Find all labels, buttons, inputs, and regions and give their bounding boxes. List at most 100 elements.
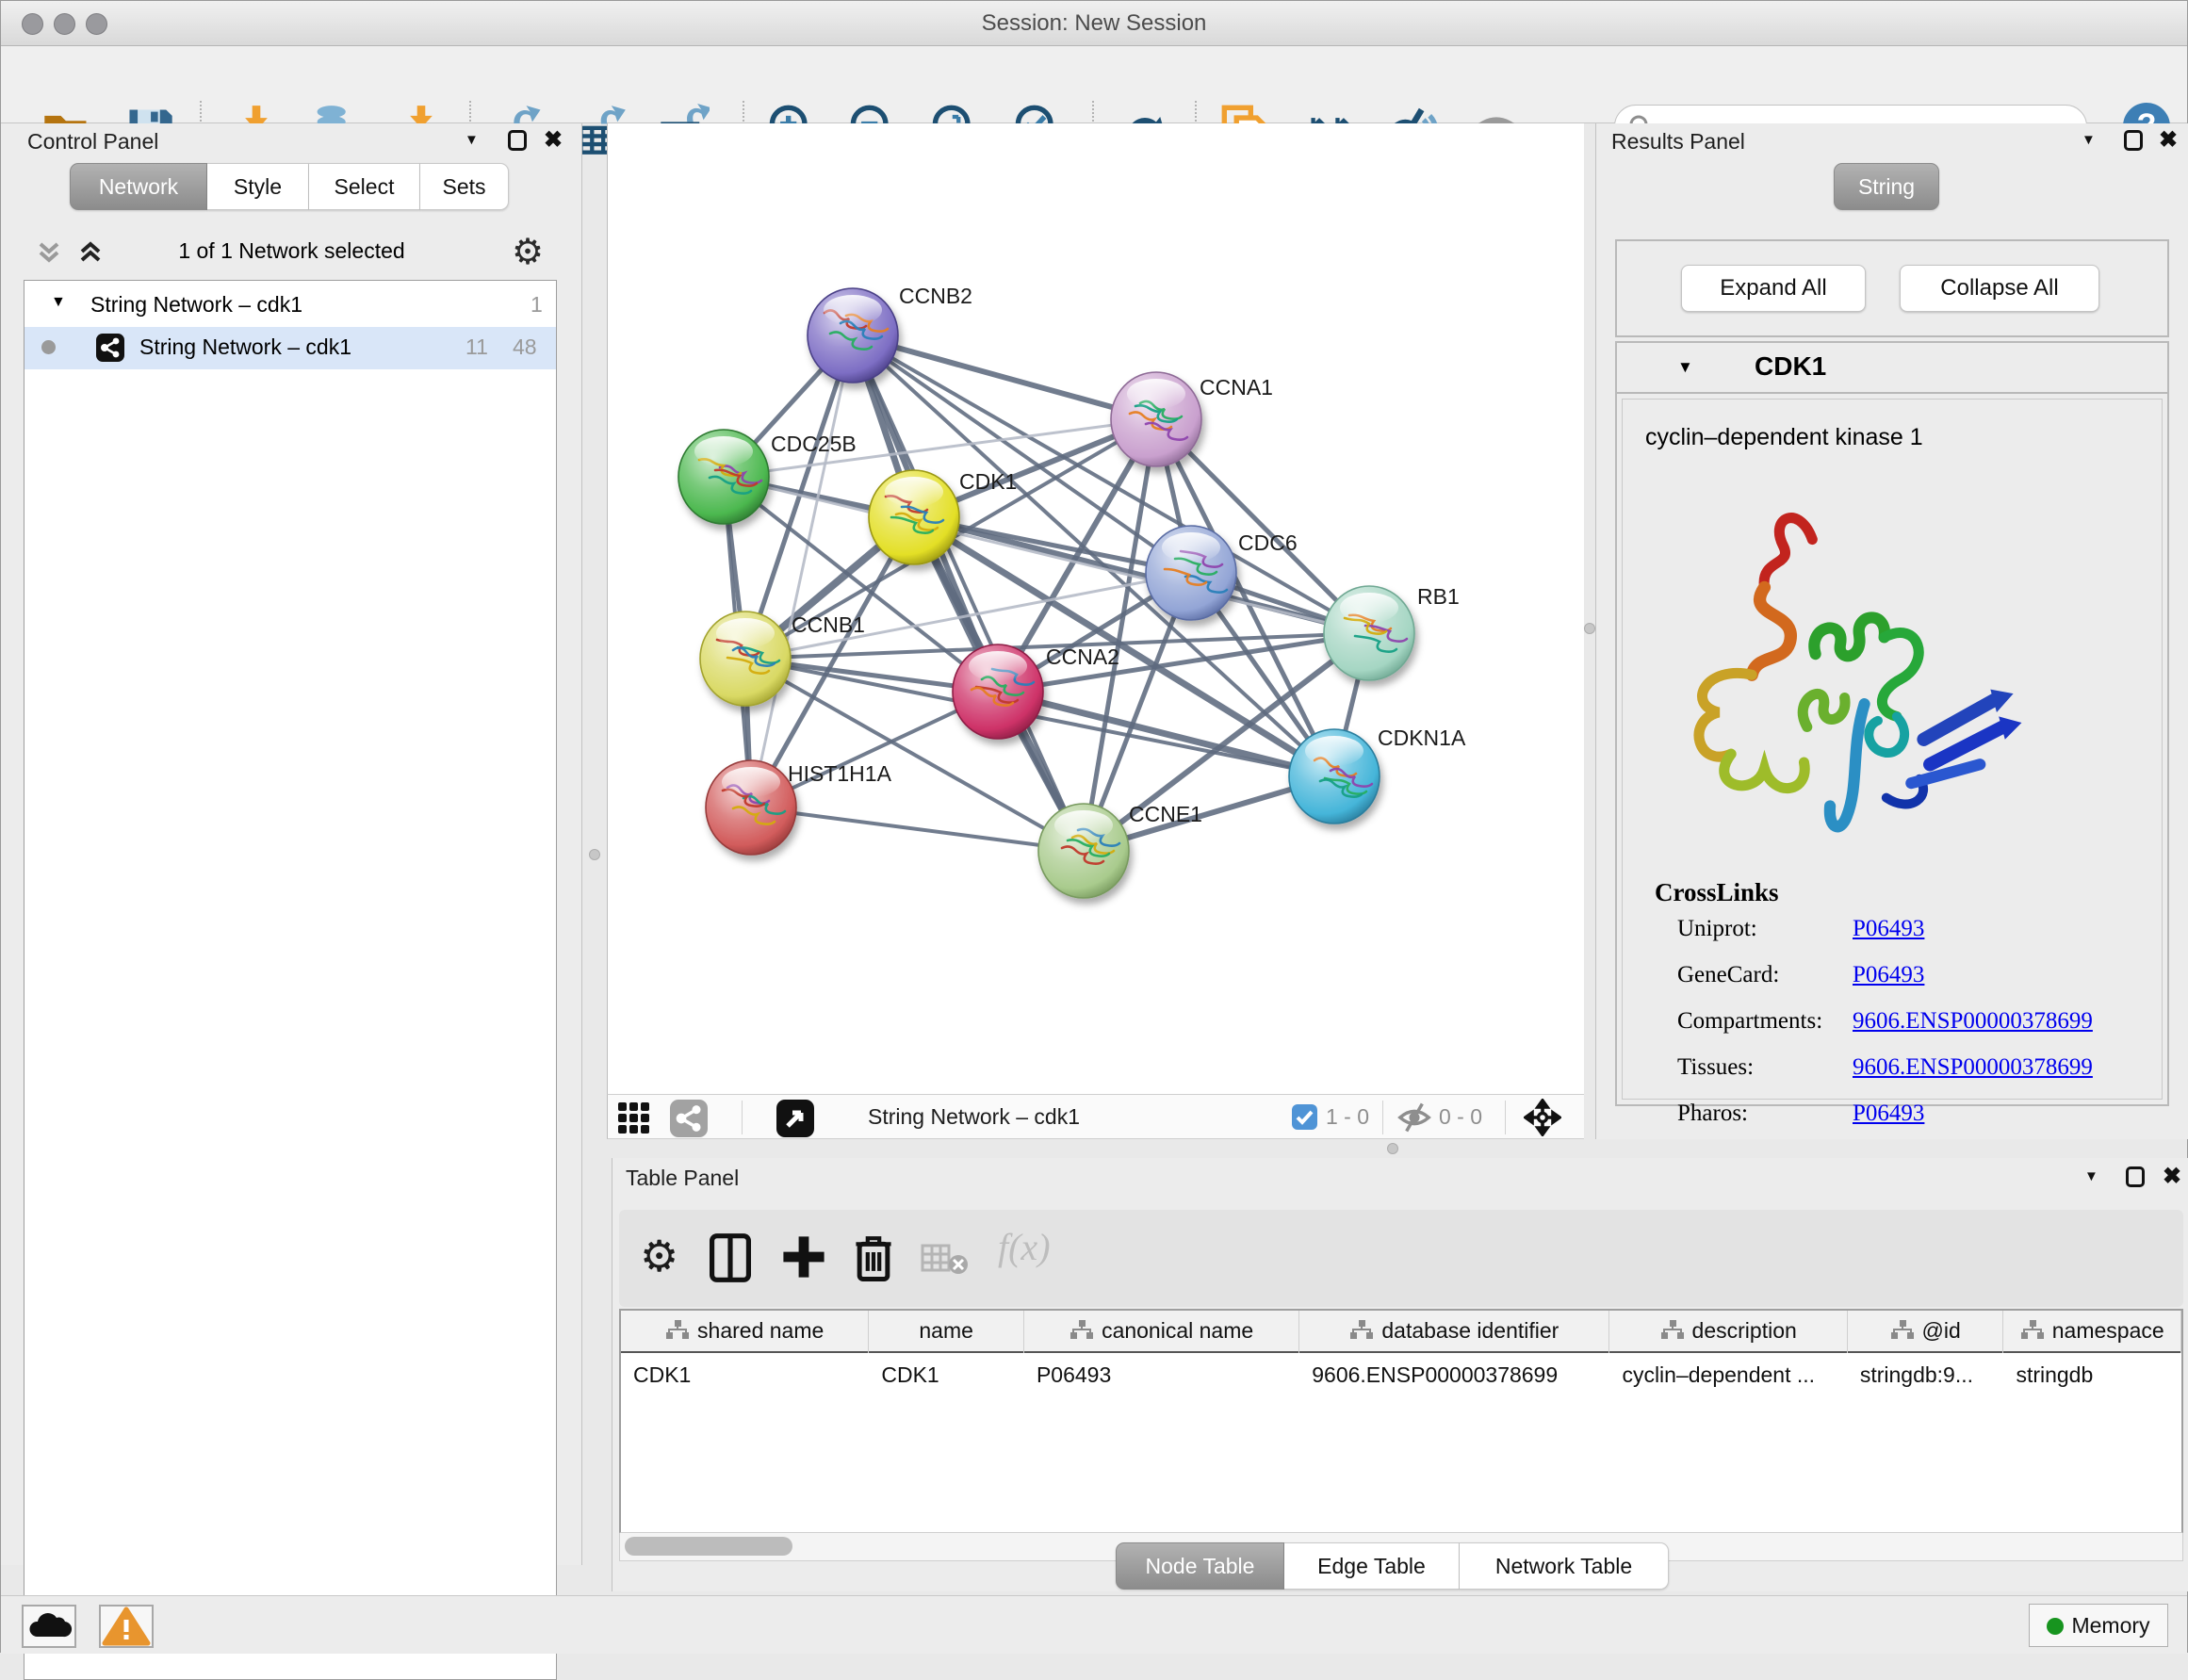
grid-view-icon[interactable] [617, 1101, 651, 1135]
network-share-icon[interactable] [670, 1100, 708, 1137]
crosslink-link[interactable]: P06493 [1853, 916, 1924, 941]
crosslink-label: Compartments: [1677, 1008, 1853, 1035]
network-options-gear-icon[interactable]: ⚙ [512, 231, 544, 273]
delete-table-icon [921, 1242, 970, 1276]
scrollbar-thumb[interactable] [625, 1537, 792, 1556]
network-node-CDK1[interactable] [869, 470, 959, 564]
results-panel-menu-icon[interactable]: ▼ [2082, 132, 2096, 148]
tab-sets[interactable]: Sets [420, 163, 509, 210]
warning-button[interactable] [99, 1605, 154, 1648]
main-toolbar: ? [1, 46, 2187, 123]
network-node-CDC6[interactable] [1146, 526, 1236, 620]
table-panel-close-icon[interactable]: ✖ [2163, 1163, 2181, 1190]
network-node-CCNE1[interactable] [1038, 804, 1129, 898]
column-header-shared-name[interactable]: shared name [621, 1311, 869, 1353]
network-edge[interactable] [751, 335, 853, 807]
node-label-CCNA1: CCNA1 [1200, 375, 1273, 400]
table-cell[interactable]: P06493 [1024, 1355, 1299, 1397]
network-node-HIST1H1A[interactable] [706, 760, 796, 855]
node-label-HIST1H1A: HIST1H1A [788, 761, 892, 786]
node-label-CDC6: CDC6 [1238, 530, 1298, 555]
network-node-CCNB2[interactable] [808, 288, 898, 383]
pan-move-icon[interactable] [1524, 1099, 1561, 1136]
table-cell[interactable]: CDK1 [621, 1355, 869, 1397]
network-collection-row[interactable]: ▼ String Network – cdk1 1 [24, 285, 556, 327]
table-options-gear-icon[interactable]: ⚙ [640, 1231, 678, 1281]
table-panel-float-icon[interactable] [2126, 1166, 2145, 1187]
gene-expand-icon[interactable]: ▼ [1677, 358, 1693, 377]
crosslink-link[interactable]: 9606.ENSP00000378699 [1853, 1008, 2093, 1034]
table-cell[interactable]: cyclin–dependent ... [1609, 1355, 1847, 1397]
network-node-CCNA1[interactable] [1111, 372, 1201, 466]
warning-icon [101, 1607, 152, 1646]
column-header-namespace[interactable]: namespace [2003, 1311, 2181, 1353]
table-cell[interactable]: stringdb:9... [1848, 1355, 2004, 1397]
node-label-CCNB1: CCNB1 [792, 612, 865, 637]
horizontal-splitter[interactable] [607, 1139, 2188, 1158]
table-toolbar: ⚙ f(x) [619, 1210, 2183, 1307]
tab-style[interactable]: Style [207, 163, 309, 210]
crosslink-link[interactable]: 9606.ENSP00000378699 [1853, 1054, 2093, 1080]
tab-edge-table[interactable]: Edge Table [1284, 1542, 1460, 1590]
show-columns-icon[interactable] [710, 1233, 751, 1282]
node-table[interactable]: shared namenamecanonical namedatabase id… [619, 1309, 2183, 1533]
network-node-CDKN1A[interactable] [1289, 729, 1380, 824]
collection-count: 1 [531, 292, 543, 318]
expand-all-button[interactable]: Expand All [1681, 265, 1866, 312]
memory-status-dot [2047, 1618, 2064, 1635]
network-node-CCNB1[interactable] [700, 612, 791, 706]
selected-checkbox-icon[interactable] [1292, 1104, 1317, 1130]
control-panel-float-icon[interactable] [508, 130, 527, 151]
network-edge[interactable] [751, 807, 1084, 851]
gene-name: CDK1 [1755, 351, 1826, 382]
table-cell[interactable]: CDK1 [869, 1355, 1024, 1397]
tab-select[interactable]: Select [309, 163, 420, 210]
collapse-all-button[interactable]: Collapse All [1900, 265, 2099, 312]
node-label-CCNE1: CCNE1 [1129, 802, 1202, 826]
crosslink-link[interactable]: P06493 [1853, 962, 1924, 987]
network-canvas[interactable]: CCNB2CCNA1CDC25BCDK1CDC6RB1CCNB1CCNA2CDK… [607, 123, 1584, 1094]
left-splitter-handle[interactable] [589, 849, 600, 860]
column-header-description[interactable]: description [1609, 1311, 1847, 1353]
delete-column-trash-icon[interactable] [853, 1232, 894, 1281]
column-header-name[interactable]: name [869, 1311, 1024, 1353]
results-buttons-box: Expand All Collapse All [1615, 239, 2169, 337]
memory-button[interactable]: Memory [2029, 1604, 2168, 1647]
statusbar-separator [1382, 1101, 1383, 1134]
protein-structure-image [1651, 484, 2047, 861]
node-label-RB1: RB1 [1417, 584, 1460, 609]
network-node-CCNA2[interactable] [953, 644, 1043, 739]
tab-string[interactable]: String [1834, 163, 1939, 210]
results-panel-float-icon[interactable] [2124, 130, 2143, 151]
control-panel-menu-icon[interactable]: ▼ [465, 132, 479, 148]
open-in-window-icon[interactable] [776, 1100, 814, 1137]
tab-node-table[interactable]: Node Table [1116, 1542, 1284, 1590]
network-node-CDC25B[interactable] [678, 430, 769, 524]
results-panel: Results Panel ▼ ✖ String Expand All Coll… [1595, 123, 2188, 1139]
collection-expand-icon[interactable]: ▼ [51, 294, 66, 311]
results-panel-close-icon[interactable]: ✖ [2159, 126, 2178, 154]
tab-network-table[interactable]: Network Table [1460, 1542, 1669, 1590]
cloud-button[interactable] [22, 1605, 76, 1648]
function-builder-icon: f(x) [998, 1225, 1051, 1269]
table-row[interactable]: CDK1CDK1P064939606.ENSP00000378699cyclin… [621, 1355, 2181, 1397]
tab-network[interactable]: Network [70, 163, 207, 210]
statusbar-separator [1505, 1101, 1506, 1134]
column-header--id[interactable]: @id [1848, 1311, 2004, 1353]
gene-description: cyclin–dependent kinase 1 [1645, 424, 1923, 451]
horizontal-splitter-handle[interactable] [1387, 1143, 1398, 1154]
control-panel-close-icon[interactable]: ✖ [544, 126, 563, 154]
crosslink-link[interactable]: P06493 [1853, 1101, 1924, 1126]
column-header-canonical-name[interactable]: canonical name [1024, 1311, 1299, 1353]
network-row-selected[interactable]: String Network – cdk1 11 48 [24, 327, 556, 369]
node-label-CDC25B: CDC25B [771, 432, 857, 456]
add-column-icon[interactable] [781, 1234, 826, 1280]
table-cell[interactable]: stringdb [2003, 1355, 2181, 1397]
title-bar: Session: New Session [1, 1, 2187, 46]
network-node-RB1[interactable] [1324, 586, 1414, 680]
table-tabs: Node TableEdge TableNetwork Table [1116, 1542, 1669, 1590]
table-panel-menu-icon[interactable]: ▼ [2084, 1168, 2098, 1184]
column-header-database-identifier[interactable]: database identifier [1299, 1311, 1609, 1353]
right-splitter-handle[interactable] [1584, 623, 1595, 634]
table-cell[interactable]: 9606.ENSP00000378699 [1299, 1355, 1609, 1397]
